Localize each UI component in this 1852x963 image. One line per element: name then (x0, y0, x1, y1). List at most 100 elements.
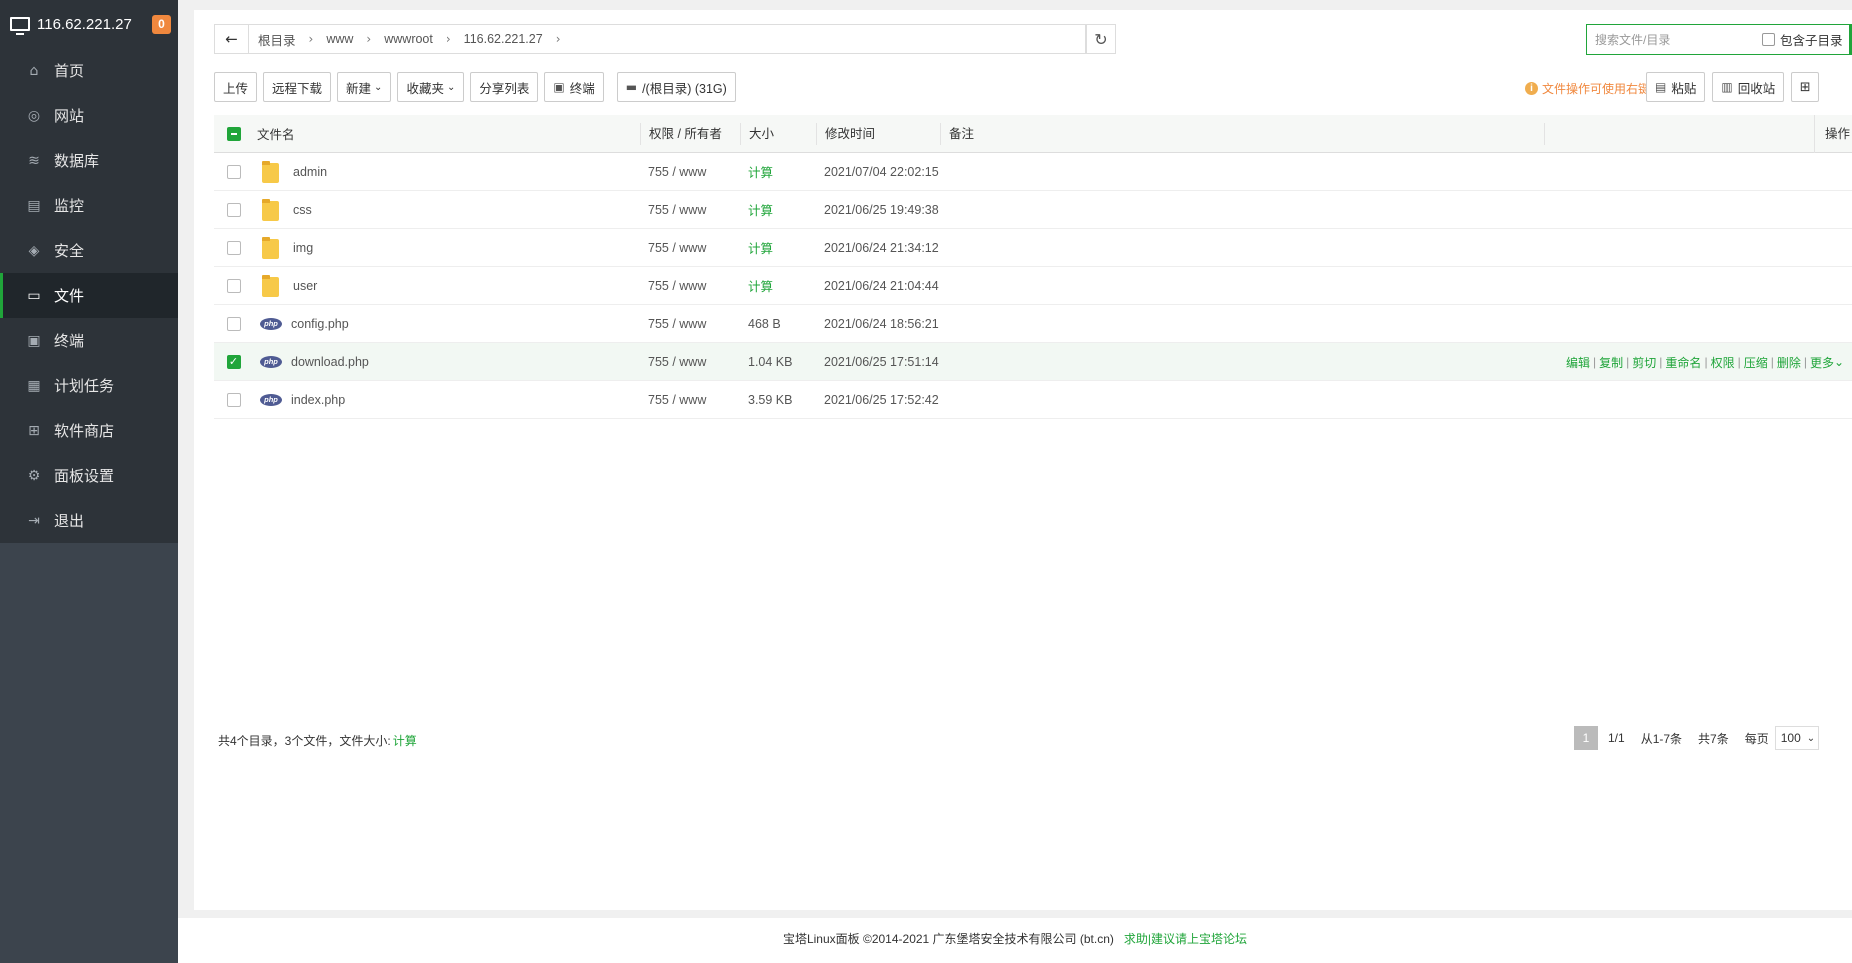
search-input[interactable] (1587, 25, 1762, 54)
share-list-button[interactable]: 分享列表 (470, 72, 539, 102)
row-action[interactable]: 权限 (1711, 354, 1735, 371)
sidebar-item-2[interactable]: ≋ 数据库 (0, 138, 178, 183)
sidebar-item-9[interactable]: ⚙ 面板设置 (0, 453, 178, 498)
home-icon: ⌂ (29, 62, 39, 79)
recycle-bin-button[interactable]: ▥ 回收站 (1712, 72, 1785, 102)
sidebar-item-1[interactable]: ◎ 网站 (0, 93, 178, 138)
per-page-select[interactable]: 100 ⌄ (1774, 726, 1819, 750)
file-perm[interactable]: 755 / www (640, 203, 740, 217)
row-checkbox[interactable] (226, 316, 241, 331)
header-name[interactable]: 文件名 (253, 124, 640, 143)
row-checkbox[interactable]: ✓ (226, 354, 241, 369)
database-icon: ≋ (28, 152, 40, 169)
sidebar: 116.62.221.27 0 ⌂ 首页 ◎ 网站 ≋ 数据库 ▤ 监控 ◈ 安全 ▭ 文件 ▣ 终端 ▦ 计… (0, 0, 178, 963)
file-perm[interactable]: 755 / www (640, 355, 740, 369)
clipboard-icon: ▤ (1655, 80, 1667, 94)
file-name[interactable]: config.php (291, 317, 349, 331)
include-subdir-label: 包含子目录 (1780, 34, 1843, 48)
forum-link[interactable]: 求助|建议请上宝塔论坛 (1124, 932, 1247, 946)
table-row[interactable]: css 755 / www 计算 2021/06/25 19:49:38 (214, 191, 1852, 229)
remote-download-button[interactable]: 远程下载 (263, 72, 332, 102)
sidebar-item-label: 文件 (54, 288, 85, 305)
row-checkbox[interactable] (226, 392, 241, 407)
table-row[interactable]: php config.php 755 / www 468 B 2021/06/24 18… (214, 305, 1852, 343)
refresh-icon: ↻ (1094, 29, 1108, 49)
sidebar-item-4[interactable]: ◈ 安全 (0, 228, 178, 273)
refresh-button[interactable]: ↻ (1086, 24, 1116, 54)
breadcrumb-item[interactable]: www (326, 32, 353, 46)
table-row[interactable]: img 755 / www 计算 2021/06/24 21:34:12 (214, 229, 1852, 267)
sidebar-item-10[interactable]: ⇥ 退出 (0, 498, 178, 543)
php-file-icon: php (260, 393, 282, 406)
file-name[interactable]: img (293, 241, 313, 255)
row-action[interactable]: 重命名 (1665, 354, 1701, 371)
file-size[interactable]: 计算 (740, 276, 816, 295)
hint-text: 文件操作可使用右键 (1542, 82, 1651, 96)
row-action[interactable]: 编辑 (1566, 354, 1590, 371)
table-header: 文件名 权限 / 所有者 大小 修改时间 备注 操作 (214, 115, 1852, 153)
header-time[interactable]: 修改时间 (816, 122, 940, 145)
action-separator: | (1704, 355, 1708, 369)
disk-button[interactable]: ▬ /(根目录) (31G) (616, 72, 736, 102)
file-size[interactable]: 计算 (740, 200, 816, 219)
include-subdir-checkbox[interactable]: 包含子目录 (1762, 30, 1843, 49)
favorites-button[interactable]: 收藏夹 ⌄ (397, 72, 465, 102)
calc-size-link[interactable]: 计算 (393, 734, 417, 748)
file-name[interactable]: css (293, 203, 312, 217)
page-current[interactable]: 1 (1574, 726, 1598, 750)
file-size[interactable]: 计算 (740, 238, 816, 257)
paste-button[interactable]: ▤ 粘贴 (1646, 72, 1706, 102)
row-checkbox[interactable] (226, 278, 241, 293)
sidebar-item-7[interactable]: ▦ 计划任务 (0, 363, 178, 408)
table-row[interactable]: user 755 / www 计算 2021/06/24 21:04:44 (214, 267, 1852, 305)
file-size[interactable]: 计算 (740, 162, 816, 181)
file-name[interactable]: user (293, 279, 317, 293)
page-count: 1/1 (1608, 731, 1625, 745)
breadcrumb-item[interactable]: wwwroot (384, 32, 433, 46)
file-name[interactable]: download.php (291, 355, 369, 369)
checkbox[interactable] (1762, 33, 1775, 46)
row-action[interactable]: 复制 (1599, 354, 1623, 371)
server-ip: 116.62.221.27 (37, 15, 132, 33)
table-row[interactable]: ✓ php download.php 755 / www 1.04 KB 2021/06/… (214, 343, 1852, 381)
row-checkbox[interactable] (226, 164, 241, 179)
disk-label: /(根目录) (31G) (642, 81, 727, 96)
row-action[interactable]: 剪切 (1632, 354, 1656, 371)
file-name[interactable]: index.php (291, 393, 345, 407)
sidebar-item-6[interactable]: ▣ 终端 (0, 318, 178, 363)
file-name[interactable]: admin (293, 165, 327, 179)
terminal-button[interactable]: ▣ 终端 (544, 72, 604, 102)
back-button[interactable]: ← (215, 25, 249, 53)
sidebar-item-5[interactable]: ▭ 文件 (0, 273, 178, 318)
file-perm[interactable]: 755 / www (640, 393, 740, 407)
new-button[interactable]: 新建 ⌄ (337, 72, 392, 102)
table-row[interactable]: admin 755 / www 计算 2021/07/04 22:02:15 (214, 153, 1852, 191)
upload-button[interactable]: 上传 (214, 72, 258, 102)
sidebar-item-3[interactable]: ▤ 监控 (0, 183, 178, 228)
path-bar[interactable]: ← 根目录 › www › wwwroot › 116.62.221.27 › (214, 24, 1086, 54)
grid-view-button[interactable]: ⊞ (1791, 72, 1820, 102)
recycle-label: 回收站 (1737, 81, 1776, 96)
header-perm[interactable]: 权限 / 所有者 (640, 122, 740, 145)
table-row[interactable]: php index.php 755 / www 3.59 KB 2021/06/25 1… (214, 381, 1852, 419)
header-size[interactable]: 大小 (740, 122, 816, 145)
file-perm[interactable]: 755 / www (640, 165, 740, 179)
sidebar-item-8[interactable]: ⊞ 软件商店 (0, 408, 178, 453)
file-perm[interactable]: 755 / www (640, 279, 740, 293)
sidebar-item-0[interactable]: ⌂ 首页 (0, 48, 178, 93)
file-perm[interactable]: 755 / www (640, 317, 740, 331)
select-all-checkbox[interactable] (226, 126, 241, 141)
row-action[interactable]: 压缩 (1744, 354, 1768, 371)
file-perm[interactable]: 755 / www (640, 241, 740, 255)
toolbar: 上传 远程下载 新建 ⌄ 收藏夹 ⌄ 分享列表 ▣ 终端 ▬/(根目录) (31G) (214, 72, 742, 102)
breadcrumb-item[interactable]: 116.62.221.27 (464, 32, 543, 46)
notification-badge[interactable]: 0 (152, 14, 171, 34)
arrow-left-icon: ← (225, 30, 238, 48)
globe-icon: ◎ (27, 107, 41, 124)
action-separator: | (1626, 355, 1630, 369)
row-checkbox[interactable] (226, 240, 241, 255)
row-action[interactable]: 删除 (1777, 354, 1801, 371)
row-checkbox[interactable] (226, 202, 241, 217)
breadcrumb-item[interactable]: 根目录 (258, 30, 296, 49)
row-action[interactable]: 更多 (1810, 354, 1834, 371)
